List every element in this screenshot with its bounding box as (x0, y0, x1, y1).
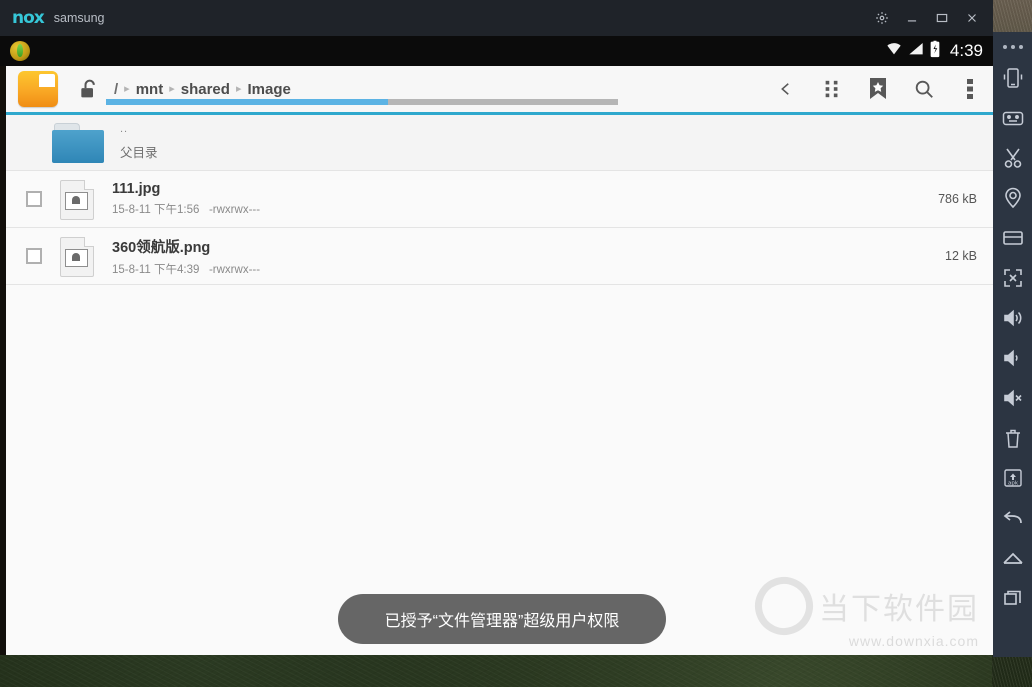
apk-install-icon[interactable]: apk (993, 458, 1032, 498)
parent-directory-meta: .. 父目录 (120, 124, 993, 161)
breadcrumb-separator-icon: ▸ (236, 84, 242, 95)
breadcrumb-item-root[interactable]: / (114, 81, 118, 98)
grid-dots-icon[interactable] (809, 66, 855, 112)
file-name: 111.jpg (112, 181, 938, 197)
blue-folder-icon (52, 123, 104, 163)
watermark: 当下软件园 www.downxia.com (755, 577, 979, 649)
parent-directory-row[interactable]: .. 父目录 (6, 115, 993, 171)
file-manager-app: / ▸ mnt ▸ shared ▸ Image (0, 66, 993, 655)
storage-usage-fill (106, 99, 388, 105)
file-size: 12 kB (945, 249, 977, 263)
battery-charging-icon (929, 40, 941, 63)
file-size: 786 kB (938, 192, 977, 206)
close-icon[interactable] (957, 0, 987, 36)
overflow-menu-icon[interactable] (947, 66, 993, 112)
image-file-icon (56, 180, 96, 218)
trash-icon[interactable] (993, 418, 1032, 458)
folder-icon[interactable] (18, 71, 58, 107)
app-badge-icon (10, 41, 30, 61)
breadcrumb-item-image[interactable]: Image (247, 81, 290, 98)
signal-bars-icon (908, 41, 924, 62)
breadcrumb[interactable]: / ▸ mnt ▸ shared ▸ Image (114, 81, 291, 98)
breadcrumb-item-mnt[interactable]: mnt (136, 81, 164, 98)
svg-text:apk: apk (1007, 481, 1018, 487)
location-pin-icon[interactable] (993, 178, 1032, 218)
row-checkbox[interactable] (26, 248, 42, 264)
row-checkbox[interactable] (26, 191, 42, 207)
home-icon[interactable] (993, 538, 1032, 578)
bookmark-star-icon[interactable] (855, 66, 901, 112)
toast-message: 已授予“文件管理器”超级用户权限 (338, 594, 666, 644)
table-row[interactable]: 360领航版.png 15-8-11 下午4:39 -rwxrwx--- 12 … (6, 228, 993, 285)
unlock-icon[interactable] (78, 78, 98, 100)
scissors-icon[interactable] (993, 138, 1032, 178)
storage-usage-bar (106, 99, 618, 105)
title-bar: nox samsung (0, 0, 993, 36)
phone-shake-icon[interactable] (993, 58, 1032, 98)
maximize-icon[interactable] (927, 0, 957, 36)
status-bar-indicators: 4:39 (885, 36, 983, 66)
gear-icon[interactable] (867, 0, 897, 36)
toolbar-actions (763, 66, 993, 112)
file-permissions: -rwxrwx--- (209, 204, 260, 216)
android-status-bar: 4:39 (0, 36, 993, 67)
emulator-sidebar: apk (993, 32, 1032, 657)
watermark-url: www.downxia.com (755, 633, 979, 649)
status-clock: 4:39 (950, 41, 983, 61)
search-icon[interactable] (901, 66, 947, 112)
recents-icon[interactable] (993, 578, 1032, 618)
file-meta: 360领航版.png 15-8-11 下午4:39 -rwxrwx--- (112, 236, 945, 277)
window-controls (867, 0, 987, 36)
file-permissions: -rwxrwx--- (209, 264, 260, 276)
app-toolbar: / ▸ mnt ▸ shared ▸ Image (6, 66, 993, 112)
device-name-label: samsung (54, 11, 105, 25)
file-modified: 15-8-11 下午4:39 (112, 264, 199, 276)
file-list: .. 父目录 111.jpg 15-8-11 下午1:56 -rwxrwx---… (6, 115, 993, 285)
window-icon[interactable] (993, 218, 1032, 258)
nox-logo: nox (12, 8, 44, 28)
volume-down-icon[interactable] (993, 338, 1032, 378)
breadcrumb-separator-icon: ▸ (169, 84, 175, 95)
volume-mute-icon[interactable] (993, 378, 1032, 418)
fullscreen-icon[interactable] (993, 258, 1032, 298)
keyboard-icon[interactable] (993, 98, 1032, 138)
file-details: 15-8-11 下午1:56 -rwxrwx--- (112, 201, 938, 217)
watermark-name: 当下软件园 (819, 584, 979, 628)
volume-up-icon[interactable] (993, 298, 1032, 338)
minimize-icon[interactable] (897, 0, 927, 36)
three-dots-icon[interactable] (993, 36, 1032, 58)
file-details: 15-8-11 下午4:39 -rwxrwx--- (112, 261, 945, 277)
chevron-left-icon[interactable] (763, 66, 809, 112)
back-arrow-icon[interactable] (993, 498, 1032, 538)
breadcrumb-separator-icon: ▸ (124, 84, 130, 95)
table-row[interactable]: 111.jpg 15-8-11 下午1:56 -rwxrwx--- 786 kB (6, 171, 993, 228)
image-file-icon (56, 237, 96, 275)
parent-dots-label: .. (120, 124, 993, 135)
parent-directory-label: 父目录 (120, 142, 993, 161)
nox-emulator-window: nox samsung (0, 0, 993, 655)
file-meta: 111.jpg 15-8-11 下午1:56 -rwxrwx--- (112, 181, 938, 217)
wifi-icon (885, 41, 903, 62)
file-name: 360领航版.png (112, 236, 945, 257)
file-modified: 15-8-11 下午1:56 (112, 204, 199, 216)
breadcrumb-item-shared[interactable]: shared (181, 81, 230, 98)
watermark-logo-icon (747, 569, 821, 643)
